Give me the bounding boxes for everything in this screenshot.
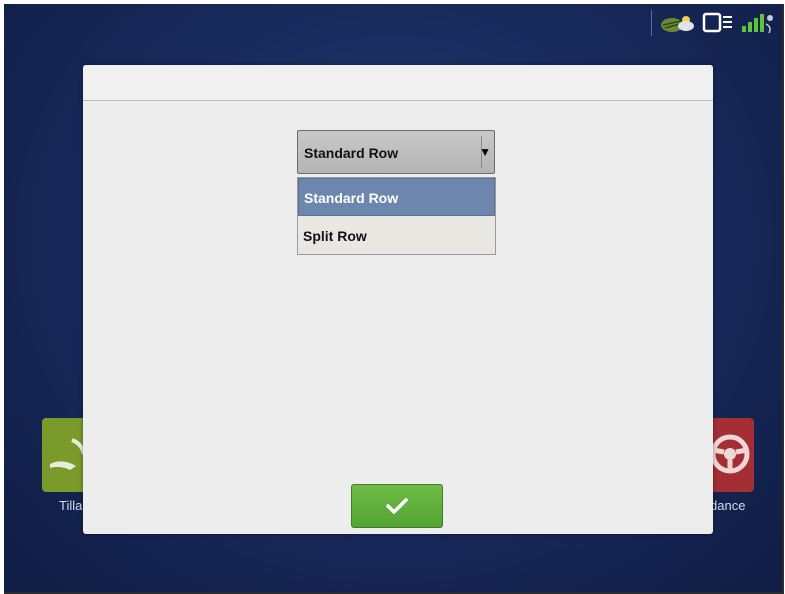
status-divider	[651, 10, 652, 36]
guidance-app-tile[interactable]	[706, 418, 754, 492]
checkmark-icon	[386, 498, 408, 514]
dropdown-selected-value: Standard Row	[304, 145, 399, 161]
field-weather-icon[interactable]	[660, 11, 696, 35]
steering-wheel-icon	[710, 434, 750, 474]
row-type-dialog: Standard Row ▼ Standard Row Split Row	[83, 65, 713, 534]
row-type-dropdown[interactable]: Standard Row ▼	[297, 130, 495, 174]
option-standard-row[interactable]: Standard Row	[298, 178, 495, 216]
display-connection-icon[interactable]	[702, 11, 734, 35]
dropdown-options-list: Standard Row Split Row	[297, 177, 496, 255]
tillage-tile-label: Tilla	[59, 498, 83, 513]
status-bar	[651, 8, 776, 38]
dialog-header	[83, 65, 713, 101]
guidance-tile-label: dance	[710, 498, 746, 513]
option-split-row[interactable]: Split Row	[298, 217, 495, 255]
gps-signal-icon[interactable]	[740, 10, 776, 36]
display-screen: Tilla dance Standard Row ▼ Standard Row …	[4, 4, 784, 594]
chevron-down-icon[interactable]: ▼	[479, 145, 491, 159]
confirm-button[interactable]	[351, 484, 443, 528]
